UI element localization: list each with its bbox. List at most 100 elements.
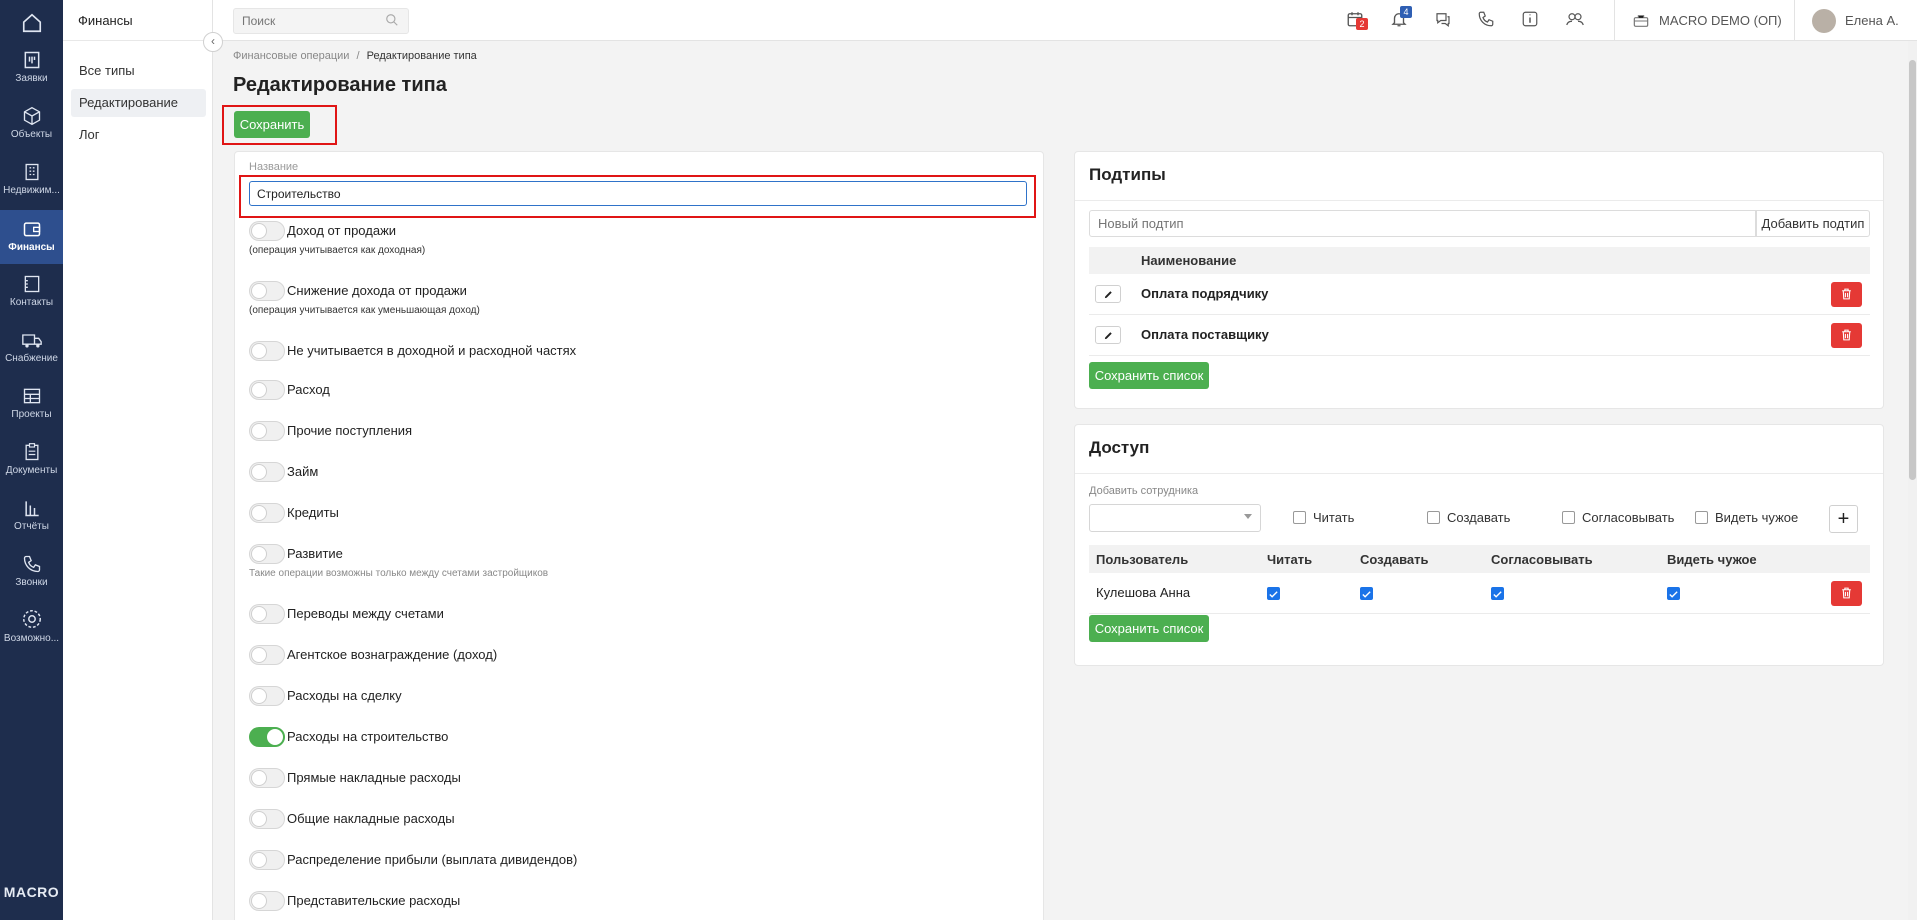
scrollbar-thumb[interactable]: [1909, 60, 1916, 480]
toggle-switch[interactable]: [249, 221, 285, 241]
name-field[interactable]: [249, 181, 1027, 206]
delete-button[interactable]: [1831, 581, 1862, 606]
nav-realty[interactable]: Недвижим...: [0, 154, 63, 206]
search-icon[interactable]: [385, 13, 399, 27]
access-user: Кулешова Анна: [1096, 585, 1191, 600]
column-header: Согласовывать: [1491, 552, 1593, 567]
table-row: Оплата поставщику: [1089, 315, 1870, 356]
search-input[interactable]: [233, 8, 409, 34]
sidebar-item-all-types[interactable]: Все типы: [71, 57, 206, 85]
breadcrumb-parent[interactable]: Финансовые операции: [233, 50, 349, 62]
toggle-knob: [251, 893, 267, 909]
nav-reports[interactable]: Отчёты: [0, 490, 63, 542]
users-button[interactable]: [1565, 10, 1585, 30]
reports-icon: [24, 501, 39, 517]
subtypes-card: Подтипы Добавить подтип Наименование Опл…: [1074, 151, 1884, 409]
user-name[interactable]: Елена А.: [1845, 0, 1899, 41]
toggle-switch[interactable]: [249, 768, 285, 788]
table-row: Оплата подрядчику: [1089, 274, 1870, 315]
company-switcher[interactable]: MACRO DEMO (ОП): [1659, 0, 1782, 41]
save-access-button[interactable]: Сохранить список: [1089, 615, 1209, 642]
toggle-switch[interactable]: [249, 727, 285, 747]
employee-select[interactable]: [1089, 504, 1261, 532]
nav-label: Проекты: [11, 409, 52, 420]
sidebar-item-edit[interactable]: Редактирование: [71, 89, 206, 117]
delete-button[interactable]: [1831, 323, 1862, 348]
row-create-checkbox[interactable]: [1360, 587, 1373, 600]
nav-finance[interactable]: Финансы: [0, 210, 63, 264]
subtypes-table-header: Наименование: [1089, 247, 1870, 274]
toggle-label: Займ: [287, 464, 319, 479]
toggle-switch[interactable]: [249, 380, 285, 400]
nav-documents[interactable]: Документы: [0, 434, 63, 486]
cube-icon: [23, 106, 40, 126]
type-form-card: [234, 151, 1044, 920]
toggle-knob: [251, 283, 267, 299]
toggle-switch[interactable]: [249, 850, 285, 870]
pencil-icon: [1104, 332, 1112, 340]
nav-projects[interactable]: Проекты: [0, 378, 63, 430]
calendar-button[interactable]: 2: [1346, 10, 1368, 30]
row-read-checkbox[interactable]: [1267, 587, 1280, 600]
row-approve-checkbox[interactable]: [1491, 587, 1504, 600]
requests-icon: [24, 51, 39, 69]
column-header: Создавать: [1360, 552, 1429, 567]
new-subtype-input[interactable]: [1089, 210, 1756, 237]
subtype-name: Оплата поставщику: [1141, 327, 1269, 342]
sidebar-collapse-button[interactable]: ‹: [203, 32, 223, 52]
notifications-button[interactable]: 4: [1390, 6, 1412, 30]
toggle-knob: [251, 382, 267, 398]
nav-features[interactable]: Возможно...: [0, 602, 63, 654]
edit-button[interactable]: [1095, 285, 1121, 303]
toggle-label: Расходы на сделку: [287, 688, 402, 703]
toggle-switch[interactable]: [249, 462, 285, 482]
toggle-switch[interactable]: [249, 503, 285, 523]
save-button[interactable]: Сохранить: [234, 111, 310, 138]
nav-contacts[interactable]: Контакты: [0, 266, 63, 318]
column-header: Читать: [1267, 552, 1313, 567]
add-access-button[interactable]: +: [1829, 505, 1858, 533]
add-subtype-button[interactable]: Добавить подтип: [1756, 210, 1870, 237]
toggle-switch[interactable]: [249, 544, 285, 564]
approve-checkbox[interactable]: [1562, 511, 1575, 524]
edit-button[interactable]: [1095, 326, 1121, 344]
info-button[interactable]: [1521, 10, 1541, 30]
avatar[interactable]: [1812, 9, 1836, 33]
nav-objects[interactable]: Объекты: [0, 98, 63, 150]
toggle-knob: [251, 423, 267, 439]
toggle-label: Представительские расходы: [287, 893, 461, 908]
nav-home[interactable]: [0, 4, 63, 42]
approve-label: Согласовывать: [1582, 510, 1675, 525]
phone-icon: [1478, 11, 1494, 27]
phone-button[interactable]: [1477, 10, 1497, 30]
create-checkbox[interactable]: [1427, 511, 1440, 524]
save-subtypes-button[interactable]: Сохранить список: [1089, 362, 1209, 389]
toggle-knob: [251, 464, 267, 480]
see-others-checkbox[interactable]: [1695, 511, 1708, 524]
toggle-switch[interactable]: [249, 281, 285, 301]
toggle-switch[interactable]: [249, 809, 285, 829]
nav-supply[interactable]: Снабжение: [0, 322, 63, 374]
toggle-label: Прочие поступления: [287, 423, 413, 438]
toggle-switch[interactable]: [249, 645, 285, 665]
chat-button[interactable]: [1434, 10, 1454, 30]
toggle-switch[interactable]: [249, 686, 285, 706]
toggle-switch[interactable]: [249, 421, 285, 441]
toggle-switch[interactable]: [249, 891, 285, 911]
delete-button[interactable]: [1831, 282, 1862, 307]
sidebar-item-log[interactable]: Лог: [71, 121, 206, 149]
row-see-others-checkbox[interactable]: [1667, 587, 1680, 600]
read-checkbox[interactable]: [1293, 511, 1306, 524]
access-table-header: Пользователь Читать Создавать Согласовыв…: [1089, 545, 1870, 573]
nav-requests[interactable]: Заявки: [0, 42, 63, 94]
toggle-switch[interactable]: [249, 341, 285, 361]
nav-calls[interactable]: Звонки: [0, 546, 63, 598]
toggle-label: Агентское вознаграждение (доход): [287, 647, 498, 662]
truck-icon: [21, 334, 42, 348]
calendar-badge: 2: [1356, 18, 1368, 30]
nav-label: Финансы: [8, 242, 55, 253]
toggle-knob: [251, 852, 267, 868]
toggle-knob: [251, 606, 267, 622]
toggle-switch[interactable]: [249, 604, 285, 624]
nav-label: Недвижим...: [3, 185, 60, 196]
